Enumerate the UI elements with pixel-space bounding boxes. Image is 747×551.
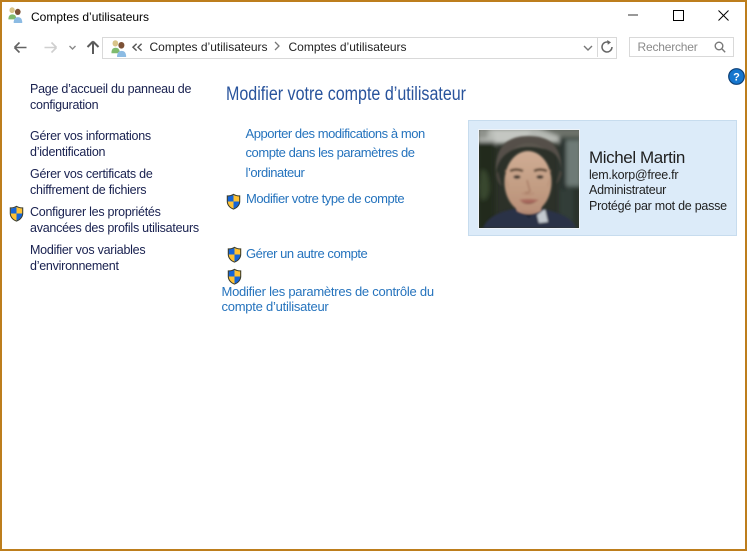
svg-text:?: ? <box>733 72 740 84</box>
